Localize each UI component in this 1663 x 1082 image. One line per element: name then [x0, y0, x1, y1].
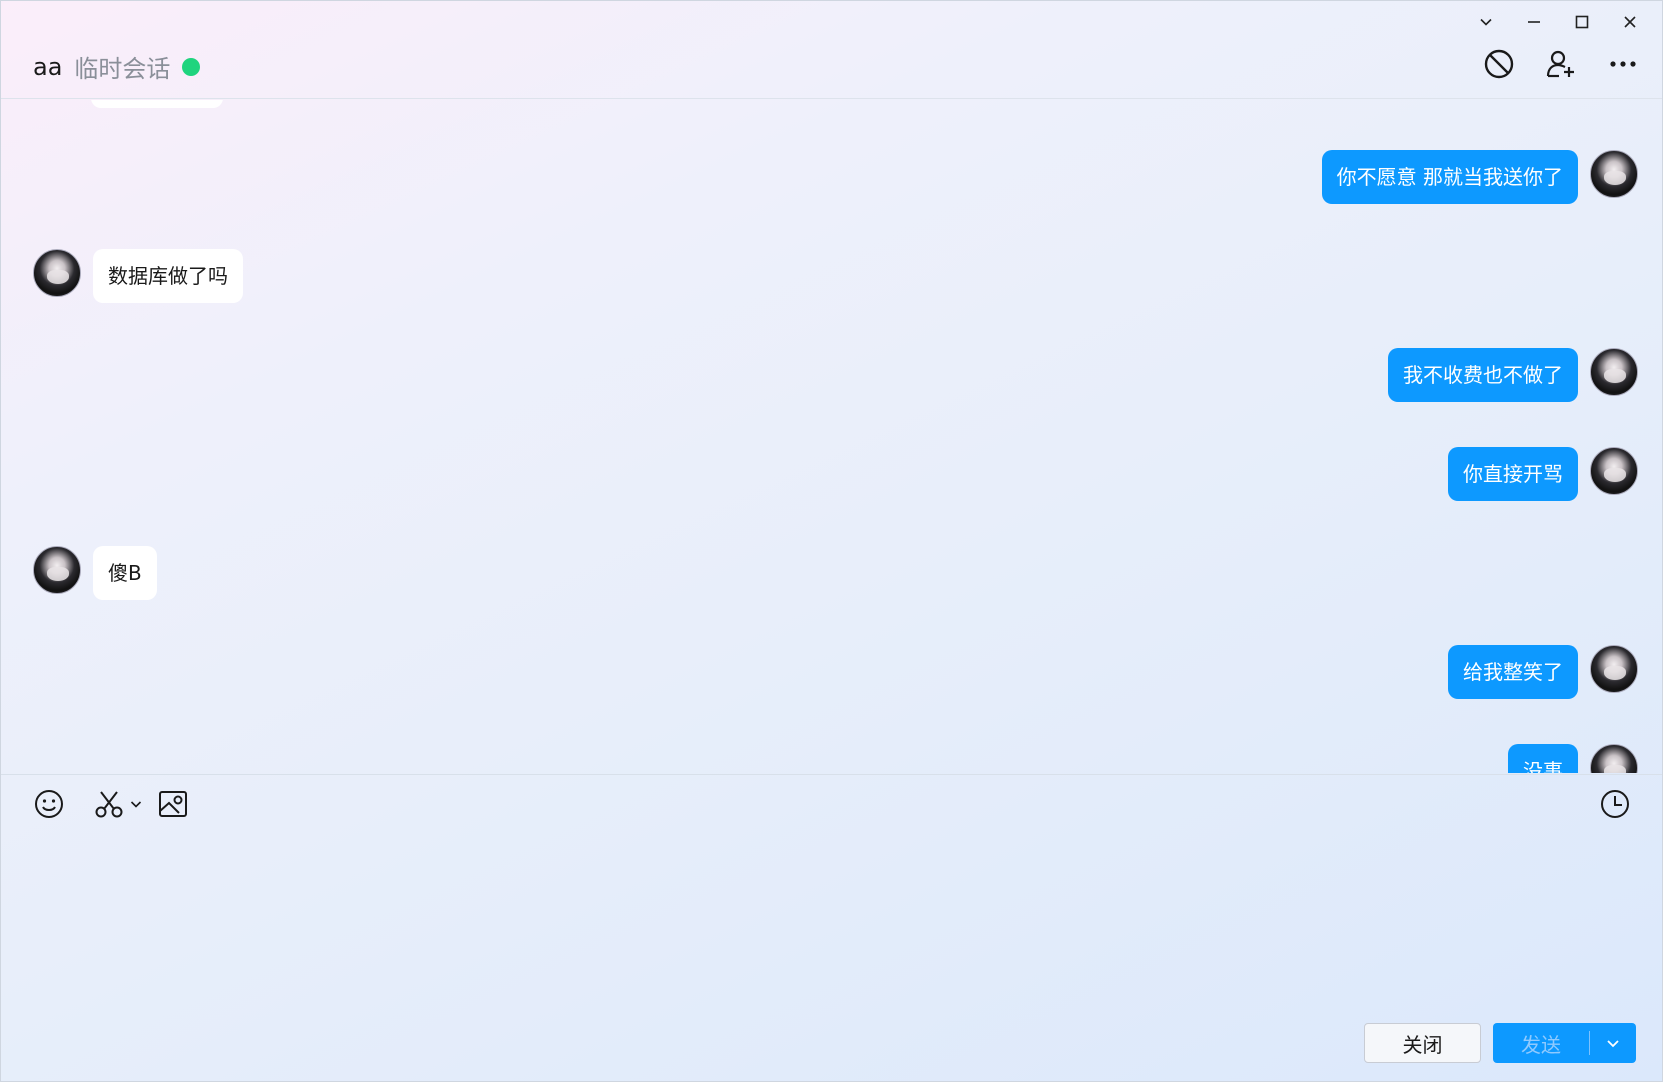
- message-item: 给我整笑了: [1448, 645, 1638, 699]
- block-icon: [1484, 49, 1514, 79]
- message-bubble[interactable]: 没事: [1508, 744, 1578, 773]
- chevron-down-icon[interactable]: [129, 797, 143, 811]
- message-bubble[interactable]: 数据库做了吗: [93, 249, 243, 303]
- avatar[interactable]: [33, 249, 81, 297]
- session-type-label: 临时会话: [74, 55, 171, 83]
- add-contact-button[interactable]: [1544, 47, 1578, 81]
- chat-header: aa 临时会话: [1, 1, 1662, 99]
- message-item: 我不收费也不做了: [1388, 348, 1638, 402]
- chevron-down-icon: [1607, 1040, 1619, 1048]
- message-item: 你直接开骂: [1448, 447, 1638, 501]
- message-bubble[interactable]: 给我整笑了: [1448, 645, 1578, 699]
- message-bubble[interactable]: 你直接开骂: [1448, 447, 1578, 501]
- image-icon: [159, 791, 187, 817]
- message-input-area: [1, 834, 1662, 1014]
- message-bubble[interactable]: 我不收费也不做了: [1388, 348, 1578, 402]
- contact-name[interactable]: aa: [33, 53, 62, 81]
- more-button[interactable]: [1606, 47, 1640, 81]
- add-contact-icon: [1546, 50, 1574, 78]
- chat-title: aa 临时会话: [33, 49, 201, 84]
- message-item: 数据库做了吗: [33, 249, 243, 303]
- avatar[interactable]: [1590, 645, 1638, 693]
- online-status-dot: [182, 57, 201, 76]
- message-input[interactable]: [1, 834, 1662, 1014]
- header-actions: [1482, 47, 1640, 81]
- history-clock-icon: [1601, 790, 1629, 818]
- avatar[interactable]: [1590, 447, 1638, 495]
- avatar[interactable]: [1590, 744, 1638, 773]
- emoji-button[interactable]: [33, 787, 65, 821]
- message-item: 你不愿意 那就当我送你了: [1321, 150, 1638, 204]
- emoji-icon: [35, 790, 63, 818]
- screenshot-button[interactable]: [93, 787, 143, 821]
- chat-window: aa 临时会话 你不愿意 那就当我送你了 数据库做了吗 我不收费也不做了 你直接…: [0, 0, 1663, 1082]
- screenshot-scissors-icon: [95, 791, 123, 818]
- message-list[interactable]: 你不愿意 那就当我送你了 数据库做了吗 我不收费也不做了 你直接开骂 傻B 给我…: [1, 100, 1662, 773]
- message-item: 没事: [1508, 744, 1638, 773]
- history-button[interactable]: [1599, 787, 1631, 821]
- message-bubble[interactable]: 你不愿意 那就当我送你了: [1321, 150, 1578, 204]
- message-item: 傻B: [33, 546, 157, 600]
- input-toolbar: [1, 774, 1662, 834]
- send-button[interactable]: 发送: [1493, 1023, 1636, 1063]
- avatar[interactable]: [33, 546, 81, 594]
- avatar[interactable]: [1590, 150, 1638, 198]
- previous-message-bubble: [91, 100, 223, 108]
- image-button[interactable]: [157, 787, 189, 821]
- send-label[interactable]: 发送: [1493, 1029, 1589, 1058]
- send-options-button[interactable]: [1590, 1035, 1636, 1051]
- more-icon: [1610, 61, 1636, 67]
- close-button[interactable]: 关闭: [1364, 1023, 1481, 1063]
- avatar[interactable]: [1590, 348, 1638, 396]
- message-bubble[interactable]: 傻B: [93, 546, 157, 600]
- block-button[interactable]: [1482, 47, 1516, 81]
